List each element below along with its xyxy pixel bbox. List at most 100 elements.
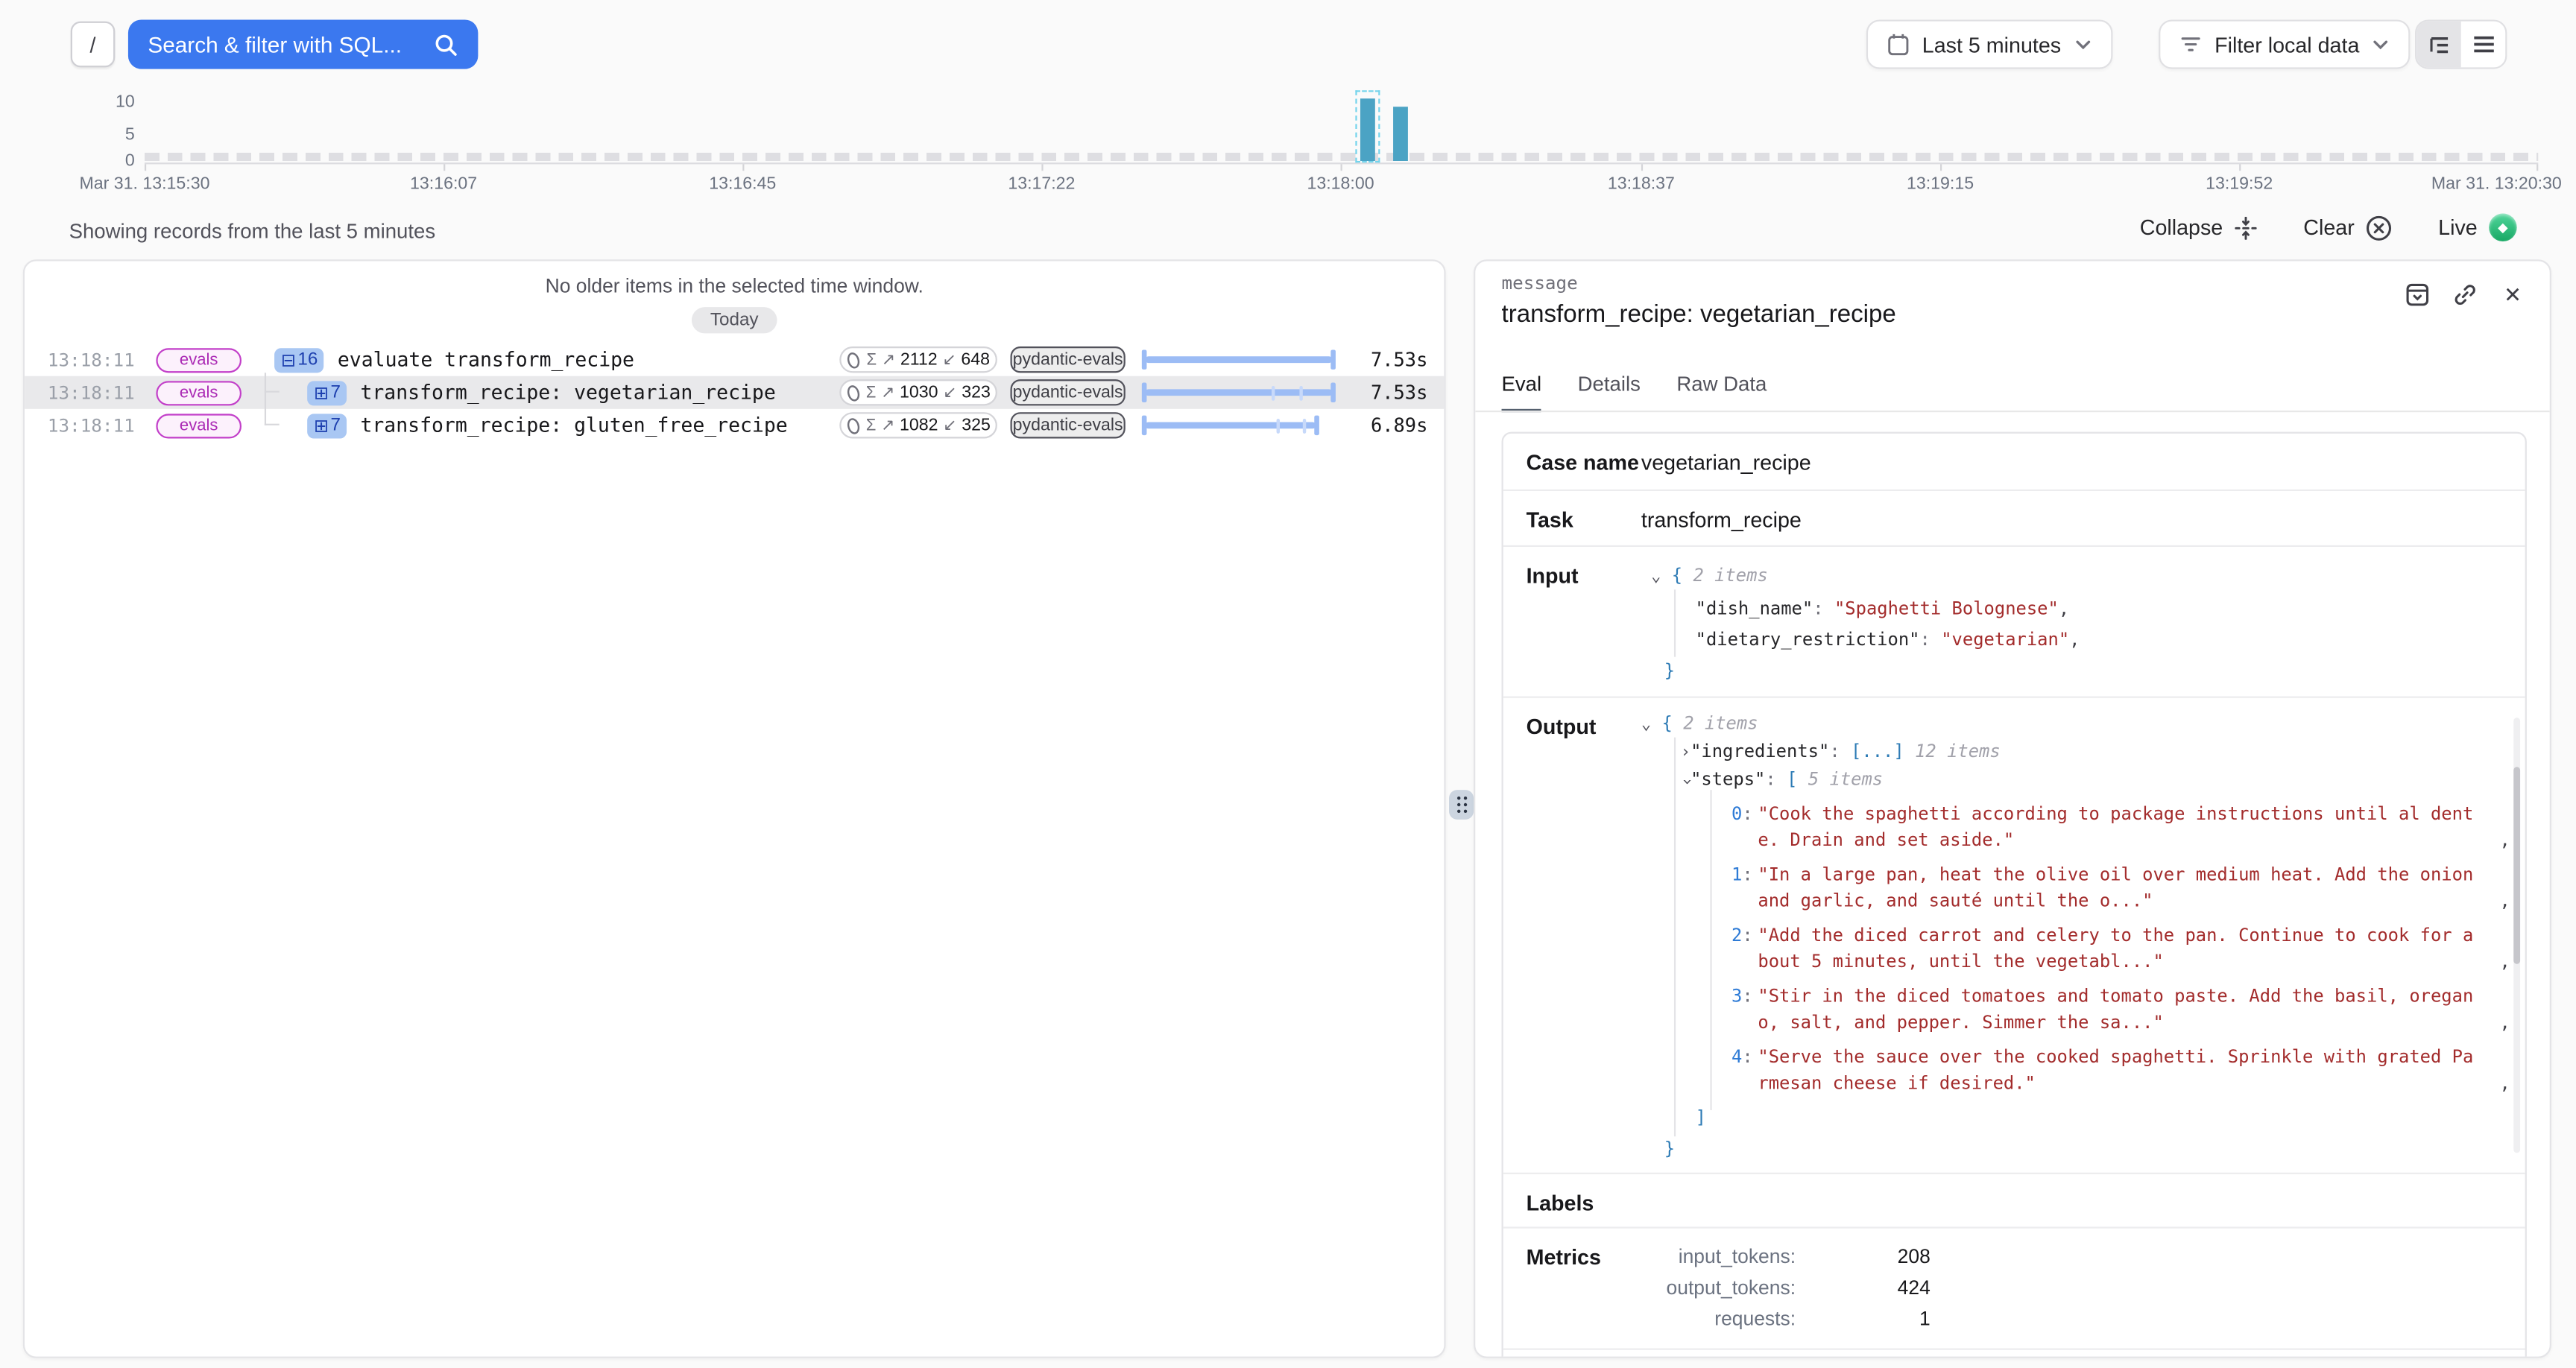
expand-children-badge[interactable]: ⊞ 7: [307, 380, 347, 405]
collapse-icon: [2235, 216, 2258, 239]
filter-local-data-dropdown[interactable]: Filter local data: [2159, 19, 2411, 69]
metrics-row: Metrics input_tokens:208 output_tokens:4…: [1503, 1226, 2525, 1348]
span-name: transform_recipe: gluten_free_recipe: [360, 414, 787, 437]
search-button[interactable]: Search & filter with SQL...: [128, 19, 478, 69]
json-ingredients-line[interactable]: ›"ingredients": [...] 12 items: [1641, 739, 2525, 767]
date-separator-badge: Today: [692, 307, 777, 333]
token-coin-icon: [846, 417, 861, 434]
filter-icon: [2180, 34, 2202, 54]
clear-button-label: Clear: [2303, 215, 2354, 240]
case-name-row: Case name vegetarian_recipe: [1503, 434, 2525, 490]
live-toggle[interactable]: Live ◆: [2438, 214, 2516, 241]
time-range-dropdown[interactable]: Last 5 minutes: [1866, 19, 2112, 69]
chevron-down-icon: [2074, 39, 2091, 50]
filter-label: Filter local data: [2214, 32, 2359, 57]
input-row: Input ⌄ { 2 items "dish_name": "Spaghett…: [1503, 545, 2525, 697]
x-axis-tick: [1641, 164, 1643, 171]
y-axis-tick-10: 10: [95, 92, 135, 111]
timeline-chart[interactable]: [145, 90, 2538, 164]
x-axis-label: 13:19:15: [1907, 174, 1974, 194]
record-row-vegetarian-recipe[interactable]: 13:18:11 evals ⊞ 7 transform_recipe: veg…: [25, 376, 1444, 409]
token-usage-pill: Σ ↗ 2112 ↙ 648: [839, 346, 997, 373]
calendar-icon: [1887, 33, 1909, 56]
arrow-down-left-icon: ↙: [943, 417, 956, 434]
record-rows: 13:18:11 evals ⊟ 16 evaluate transform_r…: [25, 343, 1444, 442]
chevron-collapsed-icon[interactable]: ›: [1681, 741, 1690, 767]
live-status-icon: ◆: [2489, 214, 2516, 241]
tab-details[interactable]: Details: [1578, 373, 1641, 412]
expand-children-badge[interactable]: ⊞ 7: [307, 413, 347, 437]
duration-gantt-bar: [1142, 348, 1336, 371]
dock-panel-icon[interactable]: [2404, 281, 2431, 308]
detail-panel-title: transform_recipe: vegetarian_recipe: [1502, 300, 1896, 328]
task-value: transform_recipe: [1641, 491, 2525, 548]
copy-link-icon[interactable]: [2451, 281, 2478, 308]
chevron-expanded-icon[interactable]: ⌄: [1641, 713, 1651, 739]
json-items-note: 5 items: [1808, 769, 1883, 791]
json-entry: "dietary_restriction": "vegetarian",: [1641, 624, 2525, 656]
labels-row: Labels: [1503, 1173, 2525, 1227]
list-view-toggle[interactable]: [2461, 22, 2506, 68]
records-panel: No older items in the selected time wind…: [23, 259, 1446, 1358]
y-axis-tick-0: 0: [95, 151, 135, 171]
input-json-tree[interactable]: ⌄ { 2 items "dish_name": "Spaghetti Bolo…: [1641, 547, 2525, 697]
service-tag: pydantic-evals: [1011, 346, 1126, 373]
x-axis-label: Mar 31. 13:20:30: [2431, 174, 2562, 194]
chevron-down-icon: [2373, 39, 2389, 50]
empty-window-notice: No older items in the selected time wind…: [25, 274, 1444, 297]
record-row-evaluate-transform-recipe[interactable]: 13:18:11 evals ⊟ 16 evaluate transform_r…: [25, 343, 1444, 376]
clear-button[interactable]: Clear: [2303, 215, 2392, 241]
json-step-item: 1: "In a large pan, heat the olive oil o…: [1641, 862, 2525, 915]
timeline-bar-2[interactable]: [1393, 107, 1408, 161]
live-label: Live: [2438, 215, 2478, 240]
child-count: 7: [331, 383, 341, 402]
token-usage-pill: Σ ↗ 1030 ↙ 323: [839, 379, 997, 405]
chevron-expanded-icon[interactable]: ›: [1673, 776, 1699, 786]
output-json-tree[interactable]: ⌄ { 2 items ›"ingredients": [...] 12 ite…: [1641, 698, 2525, 1173]
x-axis-tick: [2239, 164, 2241, 171]
scope-badge: evals: [156, 347, 242, 372]
tab-raw-data[interactable]: Raw Data: [1676, 373, 1767, 412]
x-axis-label: Mar 31. 13:15:30: [79, 174, 209, 194]
labels-label: Labels: [1527, 1191, 1594, 1215]
square-plus-icon: ⊞: [314, 415, 329, 437]
x-axis-tick: [443, 164, 445, 171]
arrow-up-right-icon: ↗: [882, 351, 895, 369]
close-panel-icon[interactable]: ✕: [2498, 281, 2526, 308]
collapse-button-label: Collapse: [2140, 215, 2223, 240]
json-entry: "dish_name": "Spaghetti Bolognese",: [1641, 593, 2525, 624]
input-token-count: 1082: [900, 416, 938, 435]
token-coin-icon: [847, 351, 862, 369]
collapse-button[interactable]: Collapse: [2140, 215, 2258, 240]
panel-resize-handle[interactable]: [1449, 790, 1474, 820]
drag-dots-icon: [1456, 797, 1466, 813]
record-kind-label: message: [1502, 273, 1578, 294]
detail-tabs: Eval Details Raw Data: [1502, 373, 1767, 412]
x-axis-tick: [742, 164, 744, 171]
view-mode-toggle: [2415, 19, 2507, 69]
record-timestamp: 13:18:11: [48, 349, 133, 370]
arrow-down-left-icon: ↙: [943, 384, 956, 402]
json-steps-line[interactable]: ›"steps": [ 5 items: [1641, 767, 2525, 794]
tab-eval[interactable]: Eval: [1502, 373, 1542, 412]
chevron-expanded-icon[interactable]: ⌄: [1651, 562, 1661, 593]
span-name: transform_recipe: vegetarian_recipe: [360, 381, 775, 404]
input-label: Input: [1527, 563, 1579, 588]
timeline-bar-1[interactable]: [1360, 98, 1375, 161]
child-count: 7: [331, 416, 341, 435]
x-axis-tick: [1940, 164, 1942, 171]
arrow-down-left-icon: ↙: [942, 351, 956, 369]
eval-detail-table: Case name vegetarian_recipe Task transfo…: [1502, 432, 2527, 1358]
output-scrollbar-thumb[interactable]: [2513, 767, 2520, 963]
task-row: Task transform_recipe: [1503, 490, 2525, 545]
duration-text: 6.89s: [1352, 414, 1427, 437]
output-scrollbar[interactable]: [2513, 718, 2520, 1153]
keyboard-shortcut-hint: /: [71, 22, 116, 68]
json-step-item: 4: "Serve the sauce over the cooked spag…: [1641, 1045, 2525, 1098]
app-viewport: / Search & filter with SQL... Last 5 min…: [0, 0, 2576, 1368]
x-axis-label: 13:16:07: [410, 174, 477, 194]
tree-view-toggle[interactable]: [2416, 22, 2461, 68]
timeline-empty-buckets: [145, 153, 2538, 161]
collapse-children-badge[interactable]: ⊟ 16: [274, 347, 324, 372]
record-row-gluten-free-recipe[interactable]: 13:18:11 evals ⊞ 7 transform_recipe: glu…: [25, 409, 1444, 442]
